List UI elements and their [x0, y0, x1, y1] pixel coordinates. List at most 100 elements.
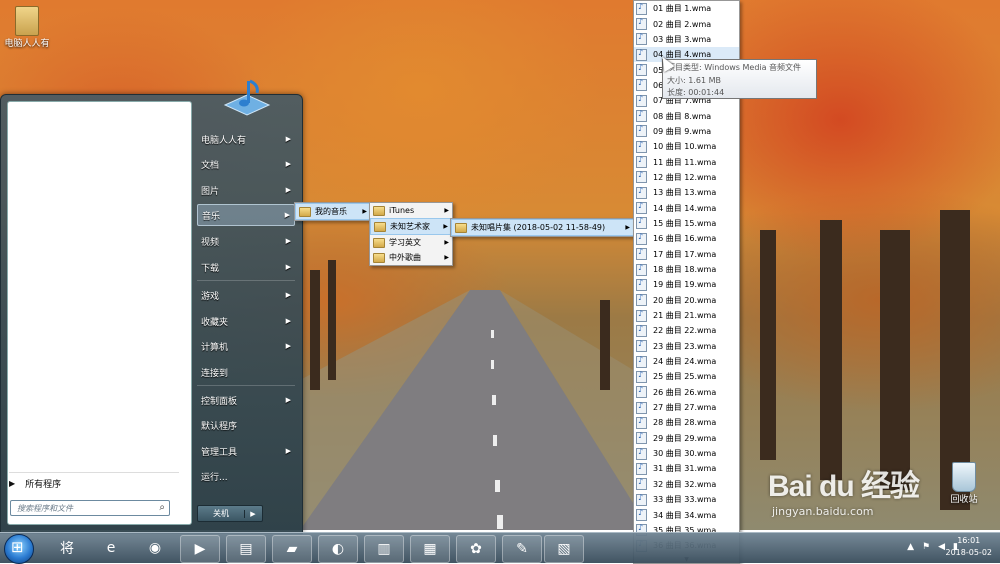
file-list-item[interactable]: 34 曲目 34.wma — [634, 507, 739, 522]
file-list-item[interactable]: 13 曲目 13.wma — [634, 185, 739, 200]
file-list-item[interactable]: 12 曲目 12.wma — [634, 170, 739, 185]
menu-item-admin-tools[interactable]: 管理工具 ▶ — [197, 440, 295, 462]
submenu-arrow-icon: ▶ — [285, 186, 291, 194]
file-list-item[interactable]: 03 曲目 3.wma — [634, 32, 739, 47]
audio-file-icon — [636, 416, 647, 429]
notebook-icon[interactable]: ▧ — [544, 535, 584, 563]
audio-file-icon — [636, 170, 647, 184]
audio-file-icon — [636, 155, 647, 169]
document-icon[interactable]: ▥ — [364, 535, 404, 563]
windows-logo-icon[interactable] — [4, 534, 34, 564]
file-list-item[interactable]: 21 曲目 21.wma — [634, 308, 739, 323]
browser-icon[interactable]: ◐ — [318, 535, 358, 563]
volume-icon[interactable]: ◀ — [938, 542, 945, 552]
submenu-item-label: 中外歌曲 — [389, 253, 421, 262]
menu-item-label: 运行... — [201, 472, 228, 483]
desktop-icon-recycle-bin[interactable]: 回收站 — [944, 462, 984, 505]
file-list-item[interactable]: 26 曲目 26.wma — [634, 385, 739, 400]
file-explorer-icon[interactable]: ▤ — [226, 535, 266, 563]
media-player-icon[interactable]: ▶ — [180, 535, 220, 563]
file-list-item[interactable]: 23 曲目 23.wma — [634, 339, 739, 354]
my-music-submenu: iTunes ▶ 未知艺术家 ▶ 学习英文 ▶ 中外歌曲 ▶ — [369, 202, 453, 266]
paint-flower-icon[interactable]: ✿ — [456, 535, 496, 563]
submenu-arrow-icon: ▶ — [443, 223, 448, 230]
file-list-item[interactable]: 32 曲目 32.wma — [634, 477, 739, 492]
menu-item-label: 视频 — [201, 237, 220, 248]
shutdown-options-arrow-icon[interactable]: ▶ — [244, 509, 261, 518]
menu-item-music[interactable]: 音乐 ▶ — [197, 204, 295, 226]
menu-item-computer[interactable]: 计算机 ▶ — [197, 335, 295, 357]
menu-item-label: 图片 — [201, 186, 220, 197]
clock[interactable]: 16:01 2018-05-02 — [946, 535, 993, 559]
file-list-item[interactable]: 29 曲目 29.wma — [634, 431, 739, 446]
file-name: 03 曲目 3.wma — [653, 34, 712, 44]
control-panel-icon[interactable]: ▦ — [410, 535, 450, 563]
audio-file-icon — [636, 2, 647, 15]
file-list-item[interactable]: 31 曲目 31.wma — [634, 461, 739, 476]
file-list-item[interactable]: 30 曲目 30.wma — [634, 446, 739, 461]
menu-item-downloads[interactable]: 下载 ▶ — [197, 256, 295, 278]
file-list-item[interactable]: 11 曲目 11.wma — [634, 154, 739, 169]
menu-item-connect-to[interactable]: 连接到 — [197, 361, 295, 383]
file-list-item[interactable]: 08 曲目 8.wma — [634, 108, 739, 123]
menu-item-control-panel[interactable]: 控制面板 ▶ — [197, 389, 295, 411]
file-list-item[interactable]: 24 曲目 24.wma — [634, 354, 739, 369]
audio-file-icon — [636, 370, 647, 383]
menu-item-favorites[interactable]: 收藏夹 ▶ — [197, 310, 295, 332]
file-list-item[interactable]: 01 曲目 1.wma — [634, 1, 739, 16]
jiang-icon[interactable]: 将 — [48, 535, 86, 561]
audio-file-icon — [636, 324, 647, 337]
file-list-item[interactable]: 16 曲目 16.wma — [634, 231, 739, 246]
file-list-item[interactable]: 27 曲目 27.wma — [634, 400, 739, 415]
file-list-item[interactable]: 28 曲目 28.wma — [634, 415, 739, 430]
submenu-item-unknown-album[interactable]: 未知唱片集 (2018-05-02 11-58-49) ▶ — [451, 219, 634, 236]
menu-item-default-programs[interactable]: 默认程序 — [197, 414, 295, 436]
start-menu-programs-pane — [7, 101, 192, 525]
file-list-item[interactable]: 25 曲目 25.wma — [634, 369, 739, 384]
menu-item-label: 控制面板 — [201, 396, 238, 407]
file-list-item[interactable]: 09 曲目 9.wma — [634, 124, 739, 139]
shutdown-button[interactable]: 关机 ▶ — [197, 505, 263, 522]
file-list-item[interactable]: 15 曲目 15.wma — [634, 216, 739, 231]
submenu-item-learn-english[interactable]: 学习英文 ▶ — [370, 235, 452, 250]
chevron-up-icon[interactable]: ▲ — [907, 542, 914, 552]
file-list-item[interactable]: 17 曲目 17.wma — [634, 247, 739, 262]
submenu-item-songs[interactable]: 中外歌曲 ▶ — [370, 250, 452, 265]
file-list-item[interactable]: 18 曲目 18.wma — [634, 262, 739, 277]
internet-explorer-icon[interactable]: e — [92, 535, 130, 561]
file-name: 09 曲目 9.wma — [653, 126, 712, 136]
desktop-icon-user-folder[interactable]: 电脑人人有 — [4, 6, 50, 49]
file-name: 26 曲目 26.wma — [653, 387, 717, 397]
file-list-item[interactable]: 20 曲目 20.wma — [634, 293, 739, 308]
file-list-item[interactable]: 19 曲目 19.wma — [634, 277, 739, 292]
file-name: 31 曲目 31.wma — [653, 464, 717, 474]
menu-item-run[interactable]: 运行... — [197, 465, 295, 487]
file-name: 25 曲目 25.wma — [653, 372, 717, 382]
submenu-item-my-music[interactable]: 我的音乐 ▶ — [295, 203, 371, 220]
audio-file-icon — [636, 462, 647, 475]
file-list-item[interactable]: 33 曲目 33.wma — [634, 492, 739, 507]
menu-item-videos[interactable]: 视频 ▶ — [197, 230, 295, 252]
file-list-item[interactable]: 02 曲目 2.wma — [634, 16, 739, 31]
file-list-item[interactable]: 10 曲目 10.wma — [634, 139, 739, 154]
menu-item-documents[interactable]: 文档 ▶ — [197, 153, 295, 175]
menu-item-pictures[interactable]: 图片 ▶ — [197, 179, 295, 201]
paint-brush-icon[interactable]: ✎ — [502, 535, 542, 563]
start-search-input[interactable]: 搜索程序和文件 ⌕ — [10, 500, 170, 516]
audio-file-icon — [636, 447, 647, 460]
file-name: 08 曲目 8.wma — [653, 111, 712, 121]
file-name: 17 曲目 17.wma — [653, 249, 717, 259]
all-programs-button[interactable]: ▶ 所有程序 — [9, 472, 179, 491]
submenu-item-itunes[interactable]: iTunes ▶ — [370, 203, 452, 218]
submenu-item-unknown-artist[interactable]: 未知艺术家 ▶ — [370, 218, 452, 235]
file-name: 11 曲目 11.wma — [653, 157, 717, 167]
folder-icon[interactable]: ▰ — [272, 535, 312, 563]
menu-item-games[interactable]: 游戏 ▶ — [197, 284, 295, 306]
file-list-item[interactable]: 14 曲目 14.wma — [634, 200, 739, 215]
chrome-icon[interactable]: ◉ — [136, 535, 174, 561]
file-name: 15 曲目 15.wma — [653, 218, 717, 228]
tooltip-size: 大小: 1.61 MB — [667, 75, 721, 85]
menu-item-user-folder[interactable]: 电脑人人有 ▶ — [197, 128, 295, 150]
flag-icon[interactable]: ⚑ — [922, 542, 930, 552]
file-list-item[interactable]: 22 曲目 22.wma — [634, 323, 739, 338]
